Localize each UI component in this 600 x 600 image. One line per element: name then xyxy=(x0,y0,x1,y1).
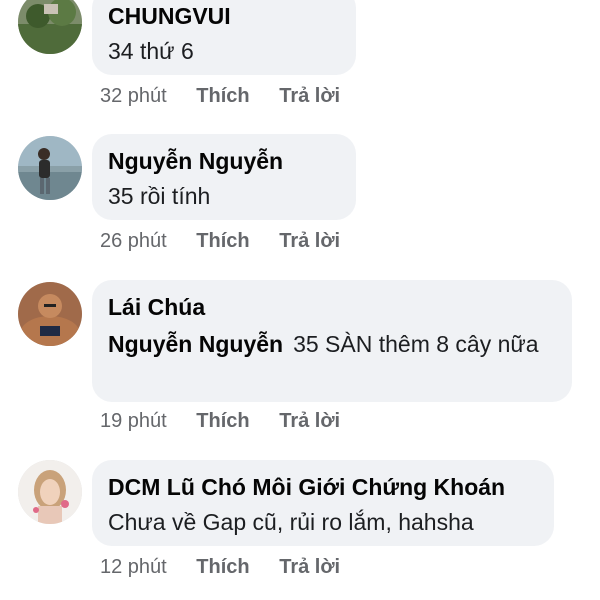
girl-photo-icon xyxy=(18,460,82,524)
comment-meta: 26 phút Thích Trả lời xyxy=(100,230,364,253)
reply-button[interactable]: Trả lời xyxy=(279,556,340,578)
reply-button[interactable]: Trả lời xyxy=(279,85,340,107)
comment-author[interactable]: Nguyễn Nguyễn xyxy=(108,146,340,176)
like-button[interactable]: Thích xyxy=(196,230,249,252)
comment-bubble: Nguyễn Nguyễn 35 rồi tính xyxy=(92,134,356,220)
avatar[interactable] xyxy=(18,282,82,346)
like-button[interactable]: Thích xyxy=(196,410,249,432)
comment-meta: 19 phút Thích Trả lời xyxy=(100,410,364,433)
comment-item: Nguyễn Nguyễn 35 rồi tính 26 phút Thích … xyxy=(0,132,600,262)
comment-bubble: Lái Chúa Nguyễn Nguyễn 35 SÀN thêm 8 cây … xyxy=(92,280,572,402)
comment-feed: CHUNGVUI 34 thứ 6 32 phút Thích Trả lời … xyxy=(0,0,600,600)
avatar[interactable] xyxy=(18,136,82,200)
bodybuilder-icon xyxy=(18,282,82,346)
comment-body: 35 SÀN thêm 8 cây nữa xyxy=(293,331,539,357)
reply-button[interactable]: Trả lời xyxy=(279,230,340,252)
comment-time[interactable]: 26 phút xyxy=(100,230,167,252)
mention-link[interactable]: Nguyễn Nguyễn xyxy=(108,331,283,357)
comment-author[interactable]: DCM Lũ Chó Môi Giới Chứng Khoán xyxy=(108,472,538,502)
comment-item: Lái Chúa Nguyễn Nguyễn 35 SÀN thêm 8 cây … xyxy=(0,280,600,440)
comment-text: Nguyễn Nguyễn 35 SÀN thêm 8 cây nữa xyxy=(108,328,556,360)
comment-meta: 32 phút Thích Trả lời xyxy=(100,85,364,108)
person-walking-icon xyxy=(18,136,82,200)
comment-time[interactable]: 12 phút xyxy=(100,556,167,578)
comment-text: 35 rồi tính xyxy=(108,183,211,209)
avatar[interactable] xyxy=(18,0,82,54)
comment-text: 34 thứ 6 xyxy=(108,38,194,64)
comment-bubble: CHUNGVUI 34 thứ 6 xyxy=(92,0,356,75)
comment-item: DCM Lũ Chó Môi Giới Chứng Khoán Chưa về … xyxy=(0,460,600,600)
like-button[interactable]: Thích xyxy=(196,556,249,578)
avatar[interactable] xyxy=(18,460,82,524)
comment-meta: 12 phút Thích Trả lời xyxy=(100,556,364,579)
comment-author[interactable]: CHUNGVUI xyxy=(108,1,340,31)
comment-item: CHUNGVUI 34 thứ 6 32 phút Thích Trả lời xyxy=(0,0,600,115)
comment-time[interactable]: 19 phút xyxy=(100,410,167,432)
reply-button[interactable]: Trả lời xyxy=(279,410,340,432)
like-button[interactable]: Thích xyxy=(196,85,249,107)
comment-bubble: DCM Lũ Chó Môi Giới Chứng Khoán Chưa về … xyxy=(92,460,554,546)
comment-text: Chưa về Gap cũ, rủi ro lắm, hahsha xyxy=(108,509,474,535)
landscape-photo-icon xyxy=(18,0,82,54)
comment-author[interactable]: Lái Chúa xyxy=(108,292,556,322)
comment-time[interactable]: 32 phút xyxy=(100,85,167,107)
